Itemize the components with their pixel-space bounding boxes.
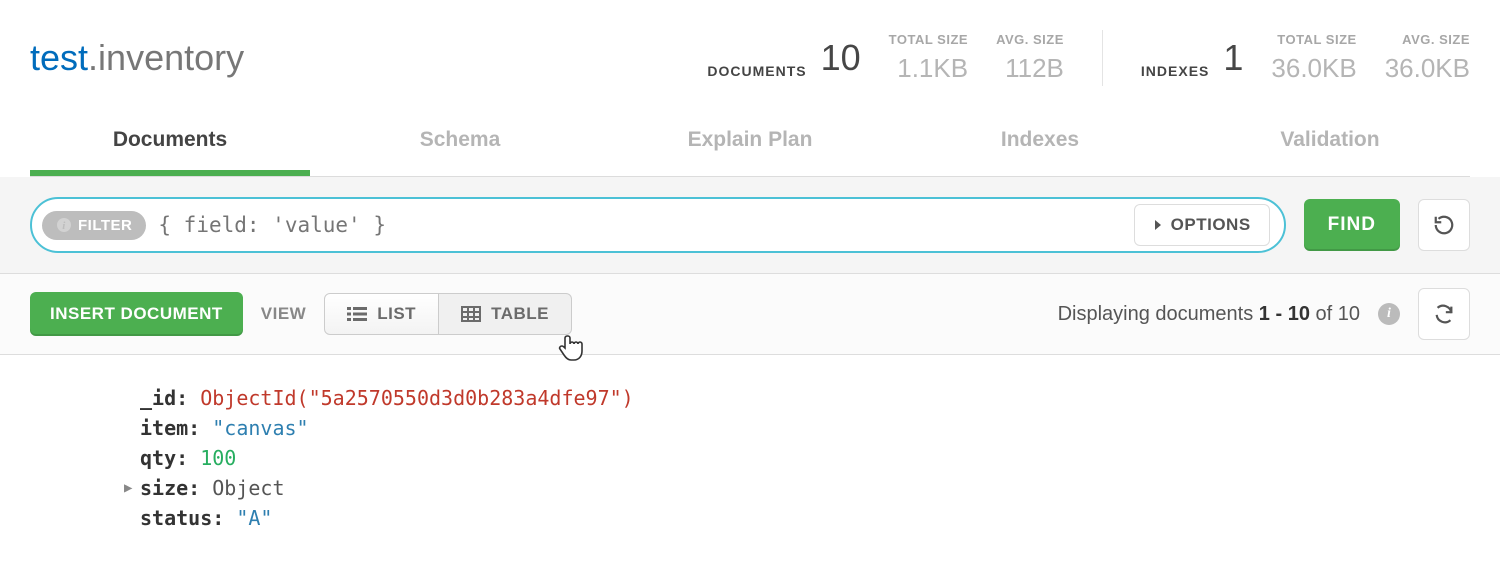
table-icon	[461, 306, 481, 322]
document-card: _id: ObjectId("5a2570550d3d0b283a4dfe97"…	[0, 355, 1500, 533]
indexes-stat: INDEXES 1	[1141, 37, 1244, 79]
idx-total-size: TOTAL SIZE 36.0KB	[1271, 32, 1356, 84]
tab-schema[interactable]: Schema	[320, 114, 600, 176]
db-name: test	[30, 37, 88, 78]
filter-chip: i FILTER	[42, 211, 146, 240]
tab-validation[interactable]: Validation	[1190, 114, 1470, 176]
history-icon	[1433, 214, 1455, 236]
reset-button[interactable]	[1418, 199, 1470, 251]
view-list-button[interactable]: LIST	[324, 293, 439, 335]
collection-name: inventory	[98, 37, 244, 78]
field-item: item:	[140, 416, 200, 440]
view-table-button[interactable]: TABLE	[439, 293, 572, 335]
tab-explain-plan[interactable]: Explain Plan	[610, 114, 890, 176]
caret-right-icon	[1153, 219, 1163, 231]
find-button[interactable]: FIND	[1304, 199, 1400, 251]
view-label: VIEW	[261, 304, 306, 324]
options-button[interactable]: OPTIONS	[1134, 204, 1270, 246]
tabs: Documents Schema Explain Plan Indexes Va…	[30, 114, 1470, 177]
tab-documents[interactable]: Documents	[30, 114, 310, 176]
svg-text:i: i	[62, 220, 66, 232]
view-toggle: LIST TABLE	[324, 293, 572, 335]
docs-avg-size: AVG. SIZE 112B	[996, 32, 1064, 84]
documents-stat: DOCUMENTS 10	[707, 37, 860, 79]
expand-caret-icon[interactable]: ▶	[124, 473, 132, 503]
refresh-icon	[1433, 303, 1455, 325]
pagination-text: Displaying documents 1 - 10 of 10	[1058, 303, 1360, 326]
insert-document-button[interactable]: INSERT DOCUMENT	[30, 292, 243, 336]
field-status: status:	[140, 506, 224, 530]
field-id: _id:	[140, 386, 188, 410]
tab-indexes[interactable]: Indexes	[900, 114, 1180, 176]
refresh-button[interactable]	[1418, 288, 1470, 340]
filter-input[interactable]	[146, 213, 1133, 237]
info-icon: i	[56, 217, 72, 233]
idx-avg-size: AVG. SIZE 36.0KB	[1385, 32, 1470, 84]
info-icon[interactable]: i	[1378, 303, 1400, 325]
list-icon	[347, 306, 367, 322]
separator	[1102, 30, 1103, 86]
namespace-title: test.inventory	[30, 37, 244, 79]
field-size: size:	[140, 476, 200, 500]
docs-total-size: TOTAL SIZE 1.1KB	[889, 32, 968, 84]
filter-input-wrap[interactable]: i FILTER OPTIONS	[30, 197, 1286, 253]
field-qty: qty:	[140, 446, 188, 470]
